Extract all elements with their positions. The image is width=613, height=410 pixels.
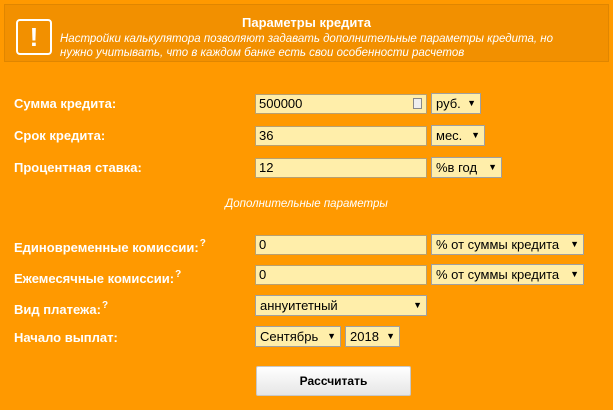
monthly-fee-input[interactable]: 0 bbox=[255, 265, 427, 285]
term-input[interactable]: 36 bbox=[255, 126, 427, 146]
term-unit-value: мес. bbox=[436, 128, 463, 143]
rate-value: 12 bbox=[259, 160, 274, 175]
calculator-icon[interactable] bbox=[413, 98, 422, 109]
extra-params-title: Дополнительные параметры bbox=[225, 198, 388, 210]
monthly-fee-unit-select[interactable]: % от суммы кредита ▼ bbox=[431, 264, 584, 285]
one-time-fee-label: Единовременные комиссии:? bbox=[14, 238, 206, 255]
start-month-value: Сентябрь bbox=[260, 329, 319, 344]
start-year-select[interactable]: 2018 ▼ bbox=[345, 326, 400, 347]
amount-currency-value: руб. bbox=[436, 96, 461, 111]
one-time-fee-unit-value: % от суммы кредита bbox=[436, 237, 560, 252]
start-label: Начало выплат: bbox=[14, 330, 118, 345]
amount-input[interactable]: 500000 bbox=[255, 94, 427, 114]
term-unit-select[interactable]: мес. ▼ bbox=[431, 125, 485, 146]
start-month-select[interactable]: Сентябрь ▼ bbox=[255, 326, 341, 347]
one-time-fee-value: 0 bbox=[259, 237, 267, 252]
calculate-button[interactable]: Рассчитать bbox=[256, 366, 411, 396]
chevron-down-icon: ▼ bbox=[413, 300, 422, 310]
payment-type-label: Вид платежа:? bbox=[14, 300, 109, 317]
one-time-fee-unit-select[interactable]: % от суммы кредита ▼ bbox=[431, 234, 584, 255]
amount-label: Сумма кредита: bbox=[14, 96, 117, 111]
help-icon[interactable]: ? bbox=[102, 300, 108, 311]
chevron-down-icon: ▼ bbox=[488, 162, 497, 172]
payment-type-value: аннуитетный bbox=[260, 298, 338, 313]
term-label: Срок кредита: bbox=[14, 128, 106, 143]
rate-unit-value: %в год bbox=[436, 160, 478, 175]
rate-label: Процентная ставка: bbox=[14, 160, 142, 175]
start-year-value: 2018 bbox=[350, 329, 379, 344]
header-description: Настройки калькулятора позволяют задават… bbox=[60, 33, 553, 59]
amount-currency-select[interactable]: руб. ▼ bbox=[431, 93, 481, 114]
rate-unit-select[interactable]: %в год ▼ bbox=[431, 157, 502, 178]
chevron-down-icon: ▼ bbox=[386, 331, 395, 341]
payment-type-select[interactable]: аннуитетный ▼ bbox=[255, 295, 427, 316]
chevron-down-icon: ▼ bbox=[570, 239, 579, 249]
chevron-down-icon: ▼ bbox=[467, 98, 476, 108]
rate-input[interactable]: 12 bbox=[255, 158, 427, 178]
info-panel: ! Параметры кредита Настройки калькулято… bbox=[4, 4, 609, 62]
amount-value: 500000 bbox=[259, 96, 303, 111]
term-value: 36 bbox=[259, 128, 274, 143]
help-icon[interactable]: ? bbox=[200, 238, 206, 249]
monthly-fee-value: 0 bbox=[259, 267, 267, 282]
header-title: Параметры кредита bbox=[242, 15, 371, 30]
chevron-down-icon: ▼ bbox=[570, 269, 579, 279]
one-time-fee-input[interactable]: 0 bbox=[255, 235, 427, 255]
chevron-down-icon: ▼ bbox=[471, 130, 480, 140]
monthly-fee-unit-value: % от суммы кредита bbox=[436, 267, 560, 282]
help-icon[interactable]: ? bbox=[175, 269, 181, 280]
chevron-down-icon: ▼ bbox=[327, 331, 336, 341]
monthly-fee-label: Ежемесячные комиссии:? bbox=[14, 269, 182, 286]
